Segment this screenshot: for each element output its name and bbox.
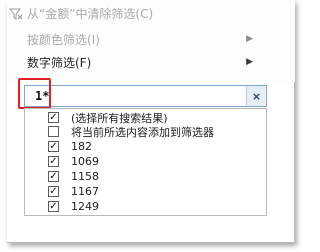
highlight-box <box>18 78 51 109</box>
filter-menu: 从“金额”中清除筛选(C) 按颜色筛选(I) ▶ 数字筛选(F) ▶ <box>7 0 295 82</box>
filter-values-list: ✓ (选择所有搜索结果) 将当前所选内容添加到筛选器 ✓ 182 ✓ 1069 … <box>24 108 267 216</box>
close-icon: × <box>251 89 262 103</box>
checkbox[interactable]: ✓ <box>48 186 59 197</box>
checkbox[interactable]: ✓ <box>48 141 59 152</box>
list-item-label: 1069 <box>71 155 99 168</box>
menu-number-filter-label: 数字筛选(F) <box>27 55 92 70</box>
checkbox[interactable]: ✓ <box>48 112 59 123</box>
list-item-label: 1249 <box>71 200 99 213</box>
menu-clear-filter-label: 从“金额”中清除筛选(C) <box>27 6 154 21</box>
search-box: × <box>24 85 267 107</box>
submenu-arrow-icon: ▶ <box>246 34 253 44</box>
menu-clear-filter[interactable]: 从“金额”中清除筛选(C) <box>7 2 295 24</box>
checkbox[interactable]: ✓ <box>48 156 59 167</box>
clear-filter-icon <box>9 8 23 20</box>
list-item-label: 将当前所选内容添加到筛选器 <box>71 125 214 139</box>
list-item-label: 1158 <box>71 170 99 183</box>
list-item-label: 1167 <box>71 185 99 198</box>
submenu-arrow-icon: ▶ <box>246 57 253 67</box>
filter-dropdown-panel: 从“金额”中清除筛选(C) 按颜色筛选(I) ▶ 数字筛选(F) ▶ × ✓ (… <box>7 0 295 243</box>
search-clear-button[interactable]: × <box>246 86 266 106</box>
checkbox[interactable]: ✓ <box>48 171 59 182</box>
list-item-label: 182 <box>71 140 92 153</box>
menu-color-filter-label: 按颜色筛选(I) <box>27 32 100 47</box>
menu-color-filter[interactable]: 按颜色筛选(I) ▶ <box>7 28 295 50</box>
menu-number-filter[interactable]: 数字筛选(F) ▶ <box>7 51 295 73</box>
search-input[interactable] <box>25 86 245 106</box>
checkbox[interactable] <box>48 126 59 137</box>
checkbox[interactable]: ✓ <box>48 201 59 212</box>
